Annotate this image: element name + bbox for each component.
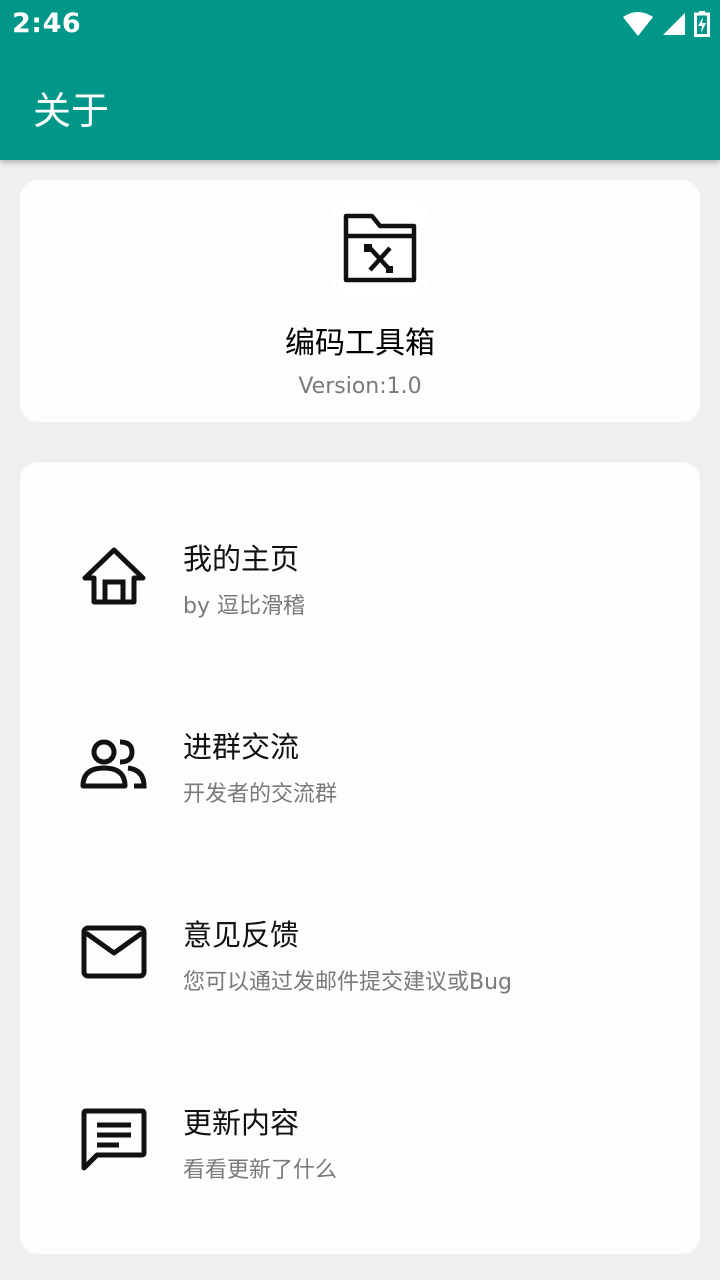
menu-item-subtitle: by 逗比滑稽: [183, 594, 305, 619]
menu-item-title: 我的主页: [183, 542, 300, 576]
wifi-icon: [623, 12, 653, 36]
app-bar: 关于: [0, 48, 720, 160]
home-icon: [80, 542, 148, 610]
status-icons: [622, 10, 710, 38]
cell-signal-icon: [663, 13, 685, 35]
app-info-card: 编码工具箱 Version:1.0: [20, 180, 700, 422]
menu-item-subtitle: 看看更新了什么: [183, 1158, 338, 1183]
menu-item-changelog[interactable]: 更新内容 看看更新了什么: [20, 1026, 700, 1214]
status-time: 2:46: [12, 8, 82, 39]
mail-icon: [80, 918, 148, 986]
app-name: 编码工具箱: [285, 326, 435, 361]
menu-item-subtitle: 开发者的交流群: [183, 782, 338, 807]
menu-item-homepage[interactable]: 我的主页 by 逗比滑稽: [20, 462, 700, 650]
menu-item-feedback[interactable]: 意见反馈 您可以通过发邮件提交建议或Bug: [20, 838, 700, 1026]
page-title: 关于: [33, 89, 110, 133]
chat-icon: [80, 1106, 148, 1174]
status-bar: 2:46: [0, 0, 720, 48]
toolbox-folder-icon: [330, 198, 430, 298]
menu-item-subtitle: 您可以通过发邮件提交建议或Bug: [183, 970, 513, 995]
menu-item-join-group[interactable]: 进群交流 开发者的交流群: [20, 650, 700, 838]
app-version: Version:1.0: [298, 374, 422, 399]
menu-card: 我的主页 by 逗比滑稽 进群交流 开发者的交流群 意见反馈 您可以通过发邮件提…: [20, 462, 700, 1254]
battery-charging-icon: [694, 11, 710, 37]
menu-item-title: 更新内容: [183, 1106, 300, 1140]
menu-item-title: 意见反馈: [183, 918, 300, 952]
menu-item-title: 进群交流: [183, 730, 300, 764]
group-icon: [80, 730, 148, 798]
